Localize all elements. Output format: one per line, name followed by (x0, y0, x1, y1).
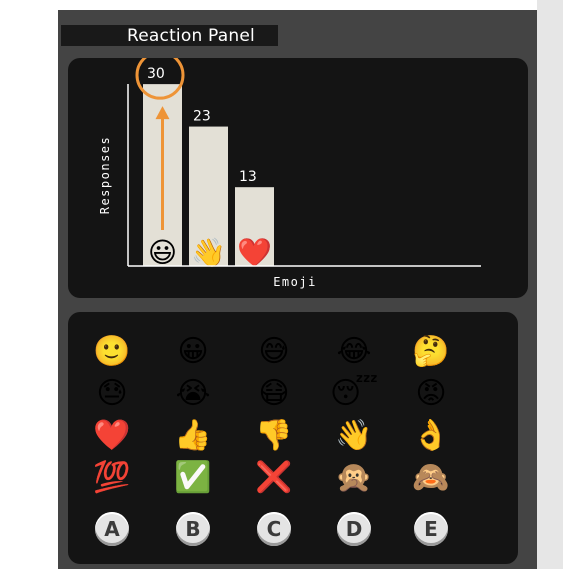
panel-title: Reaction Panel (127, 26, 255, 46)
emoji-option-r1-c1[interactable]: 🙂 (92, 332, 132, 372)
y-axis-label: Responses (98, 136, 112, 215)
emoji-option-r4-c4[interactable]: 🙊 (334, 458, 374, 498)
emoji-option-r1-c2[interactable]: 😀 (173, 332, 213, 372)
choice-button-a[interactable]: A (95, 512, 129, 546)
emoji-option-r4-c5[interactable]: 🙈 (411, 458, 451, 498)
emoji-option-r3-c4[interactable]: 👋 (334, 416, 374, 456)
emoji-option-r2-c5[interactable]: 😡 (411, 374, 451, 414)
bar-value-label: 13 (239, 169, 257, 185)
choice-button-e[interactable]: E (414, 512, 448, 546)
emoji-option-r2-c4[interactable]: 😴 (330, 374, 378, 414)
category-tick-smiley: 😃 (148, 236, 177, 269)
emoji-option-r3-c1[interactable]: ❤️ (92, 416, 132, 456)
right-margin (537, 0, 563, 569)
left-margin (0, 0, 58, 569)
bar-value-label: 30 (147, 66, 165, 82)
emoji-option-r1-c3[interactable]: 😅 (254, 332, 294, 372)
emoji-grid: 🙂 😀 😅 😂 🤔 😓 😭 😷 😴 😡 ❤️ 👍 👎 👋 👌 💯 ✅ ❌ 🙊 🙈 A B C D E (68, 312, 518, 564)
emoji-option-r4-c2[interactable]: ✅ (173, 458, 213, 498)
category-tick-heart: ❤️ (237, 236, 272, 269)
emoji-picker-panel: 🙂 😀 😅 😂 🤔 😓 😭 😷 😴 😡 ❤️ 👍 👎 👋 👌 💯 ✅ ❌ 🙊 🙈 A B C D E (68, 312, 518, 564)
emoji-option-r4-c3[interactable]: ❌ (254, 458, 294, 498)
bar-chart: 30 😃 23 👋 13 ❤️ Responses Emoji (98, 58, 481, 289)
reaction-panel-window: Reaction Panel 30 😃 23 👋 13 ❤️ Responses Emoj… (58, 10, 537, 569)
emoji-option-r3-c3[interactable]: 👎 (254, 416, 294, 456)
emoji-option-r3-c5[interactable]: 👌 (411, 416, 451, 456)
bar-value-label: 23 (193, 109, 211, 125)
chart-panel: 30 😃 23 👋 13 ❤️ Responses Emoji (68, 58, 528, 298)
emoji-option-r1-c4[interactable]: 😂 (334, 332, 374, 372)
choice-button-b[interactable]: B (176, 512, 210, 546)
choice-button-d[interactable]: D (337, 512, 371, 546)
emoji-option-r1-c5[interactable]: 🤔 (411, 332, 451, 372)
emoji-option-r2-c2[interactable]: 😭 (173, 374, 213, 414)
emoji-option-r2-c3[interactable]: 😷 (254, 374, 294, 414)
emoji-option-r4-c1[interactable]: 💯 (92, 458, 132, 498)
choice-button-c[interactable]: C (257, 512, 291, 546)
emoji-option-r2-c1[interactable]: 😓 (92, 374, 132, 414)
x-axis-label: Emoji (273, 275, 317, 289)
title-bar: Reaction Panel (61, 25, 278, 46)
category-tick-wave: 👋 (191, 236, 226, 269)
emoji-option-r3-c2[interactable]: 👍 (173, 416, 213, 456)
